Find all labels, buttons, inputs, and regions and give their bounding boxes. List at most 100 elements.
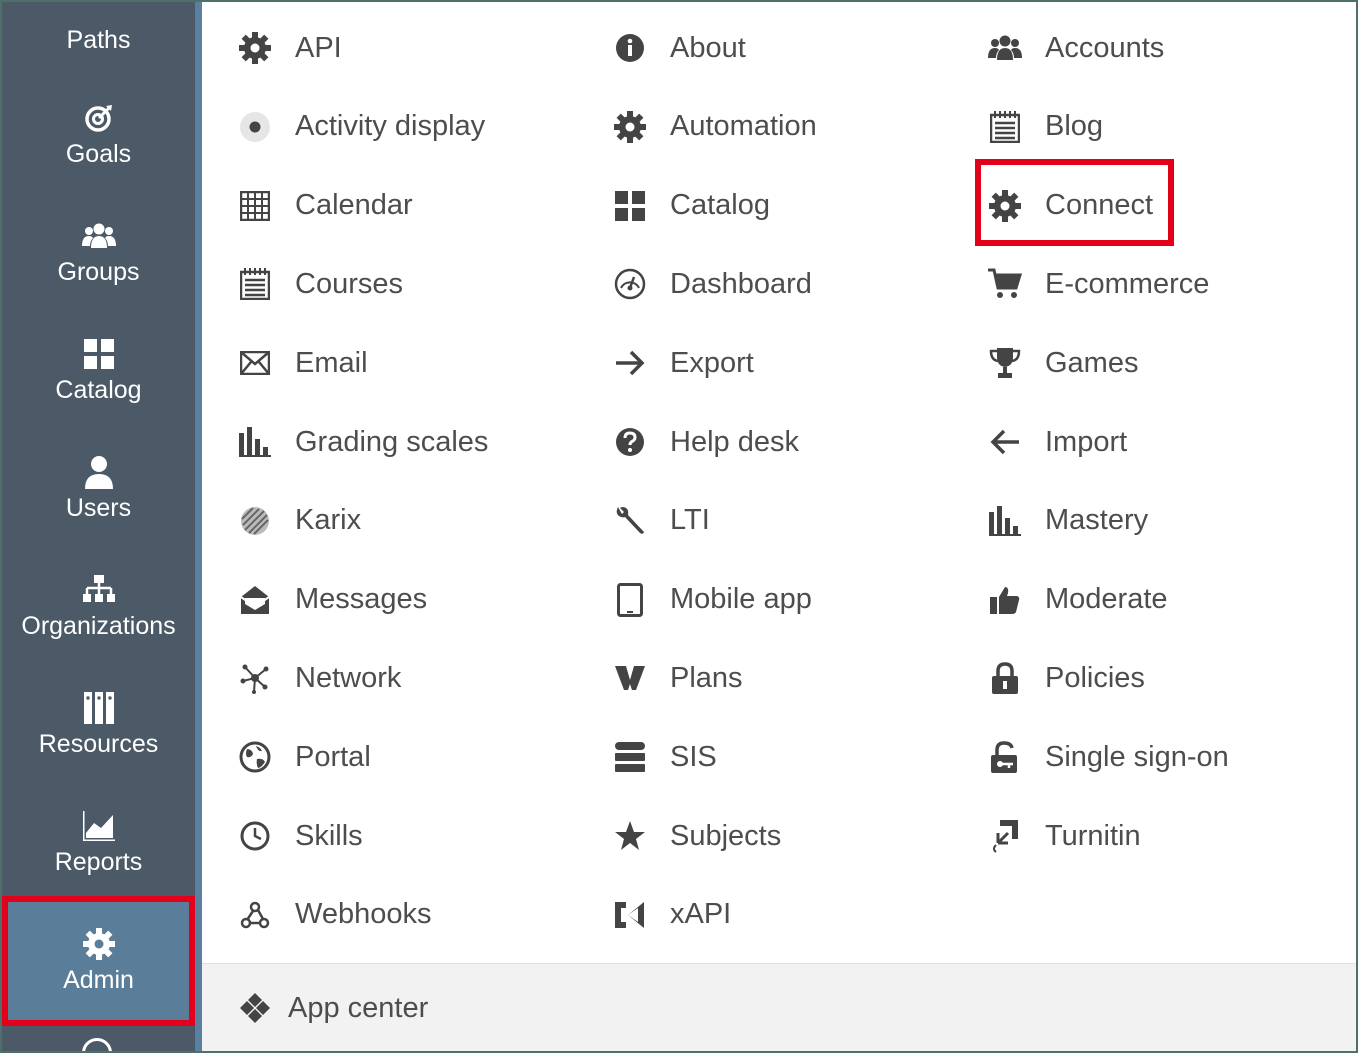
database-icon	[613, 740, 647, 774]
menu-item-label: Turnitin	[1045, 819, 1141, 852]
menu-item-label: Policies	[1045, 661, 1145, 694]
menu-item-import[interactable]: Import	[988, 416, 1127, 468]
menu-item-mobile-app[interactable]: Mobile app	[613, 574, 812, 626]
menu-item-label: xAPI	[670, 898, 732, 931]
trophy-icon	[988, 346, 1022, 380]
gear-icon	[238, 31, 272, 65]
sidebar-item-catalog[interactable]: Catalog	[2, 312, 195, 430]
sidebar-item-label: Users	[65, 494, 132, 522]
org-chart-icon	[82, 573, 116, 607]
app-window: Paths Goals Groups Catalog Users Organiz…	[0, 0, 1358, 1053]
unlock-icon	[988, 740, 1022, 774]
menu-item-label: Network	[295, 661, 402, 694]
menu-item-karix[interactable]: Karix	[238, 495, 361, 547]
menu-item-moderate[interactable]: Moderate	[988, 574, 1168, 626]
globe-icon[interactable]	[82, 1038, 112, 1051]
menu-item-api[interactable]: API	[238, 22, 342, 74]
app-center-label: App center	[288, 991, 429, 1024]
menu-item-dashboard[interactable]: Dashboard	[613, 258, 812, 310]
menu-item-blog[interactable]: Blog	[988, 101, 1103, 153]
question-icon	[613, 425, 647, 459]
menu-item-courses[interactable]: Courses	[238, 258, 403, 310]
sidebar-item-paths[interactable]: Paths	[2, 2, 195, 80]
menu-item-label: Portal	[295, 740, 371, 773]
menu-item-e-commerce[interactable]: E-commerce	[988, 258, 1209, 310]
sidebar-item-groups[interactable]: Groups	[2, 194, 195, 312]
menu-item-label: Export	[670, 346, 754, 379]
menu-item-games[interactable]: Games	[988, 337, 1138, 389]
sidebar-item-resources[interactable]: Resources	[2, 666, 195, 784]
menu-item-label: Connect	[1045, 189, 1154, 222]
menu-item-email[interactable]: Email	[238, 337, 368, 389]
sidebar-item-label: Resources	[38, 730, 159, 758]
menu-item-skills[interactable]: Skills	[238, 810, 363, 862]
menu-item-export[interactable]: Export	[613, 337, 754, 389]
menu-item-label: Import	[1045, 425, 1128, 458]
menu-item-label: Help desk	[670, 425, 799, 458]
app-center-link[interactable]: App center	[238, 982, 428, 1034]
menu-item-messages[interactable]: Messages	[238, 574, 427, 626]
envelope-icon	[238, 346, 272, 380]
notepad-icon	[238, 267, 272, 301]
menu-item-sis[interactable]: SIS	[613, 731, 717, 783]
menu-item-webhooks[interactable]: Webhooks	[238, 889, 432, 941]
bar-chart-icon	[988, 504, 1022, 538]
menu-item-subjects[interactable]: Subjects	[613, 810, 781, 862]
sidebar-divider	[195, 2, 202, 1051]
menu-footer: App center	[202, 963, 1356, 1051]
menu-item-label: Dashboard	[670, 267, 812, 300]
thumbs-up-icon	[988, 583, 1022, 617]
gear-icon	[613, 110, 647, 144]
menu-item-label: Single sign-on	[1045, 740, 1229, 773]
menu-item-label: Catalog	[670, 189, 770, 222]
group-icon	[81, 219, 116, 253]
menu-item-policies[interactable]: Policies	[988, 652, 1145, 704]
menu-item-label: API	[295, 31, 342, 64]
gear-icon	[82, 927, 116, 961]
globe-icon	[238, 740, 272, 774]
sidebar-item-reports[interactable]: Reports	[2, 784, 195, 902]
menu-item-label: Skills	[295, 819, 363, 852]
menu-item-label: Grading scales	[295, 425, 489, 458]
open-envelope-icon	[238, 583, 272, 617]
star-icon	[613, 819, 647, 853]
app-center-icon	[238, 991, 272, 1025]
menu-item-lti[interactable]: LTI	[613, 495, 710, 547]
chart-icon	[82, 809, 116, 843]
sidebar-item-admin[interactable]: Admin	[2, 896, 195, 1026]
sidebar-item-organizations[interactable]: Organizations	[2, 548, 195, 666]
sidebar-item-users[interactable]: Users	[2, 430, 195, 548]
menu-item-label: Automation	[670, 110, 817, 143]
menu-item-calendar[interactable]: Calendar	[238, 180, 413, 232]
menu-item-portal[interactable]: Portal	[238, 731, 371, 783]
menu-item-label: Courses	[295, 267, 403, 300]
sidebar-item-label: Organizations	[21, 612, 176, 640]
menu-item-single-sign-on[interactable]: Single sign-on	[988, 731, 1229, 783]
arrow-right-icon	[613, 346, 647, 380]
menu-item-label: LTI	[670, 504, 710, 537]
menu-item-label: Moderate	[1045, 583, 1168, 616]
menu-item-network[interactable]: Network	[238, 652, 401, 704]
menu-item-plans[interactable]: Plans	[613, 652, 743, 704]
menu-item-mastery[interactable]: Mastery	[988, 495, 1148, 547]
network-icon	[238, 661, 272, 695]
menu-item-xapi[interactable]: xAPI	[613, 889, 731, 941]
menu-item-connect[interactable]: Connect	[988, 180, 1153, 232]
sidebar-item-goals[interactable]: Goals	[2, 76, 195, 194]
menu-item-about[interactable]: About	[613, 22, 746, 74]
menu-item-grading-scales[interactable]: Grading scales	[238, 416, 488, 468]
menu-item-label: Games	[1045, 346, 1139, 379]
arrow-left-icon	[988, 425, 1022, 459]
calendar-grid-icon	[238, 189, 272, 223]
menu-item-turnitin[interactable]: Turnitin	[988, 810, 1141, 862]
menu-item-accounts[interactable]: Accounts	[988, 22, 1164, 74]
menu-item-label: E-commerce	[1045, 267, 1210, 300]
menu-item-activity-display[interactable]: Activity display	[238, 101, 485, 153]
gear-icon	[988, 189, 1022, 223]
menu-item-label: Mobile app	[670, 583, 812, 616]
bar-chart-icon	[238, 425, 272, 459]
menu-item-catalog[interactable]: Catalog	[613, 180, 770, 232]
menu-item-help-desk[interactable]: Help desk	[613, 416, 799, 468]
notepad-icon	[988, 110, 1022, 144]
menu-item-automation[interactable]: Automation	[613, 101, 817, 153]
